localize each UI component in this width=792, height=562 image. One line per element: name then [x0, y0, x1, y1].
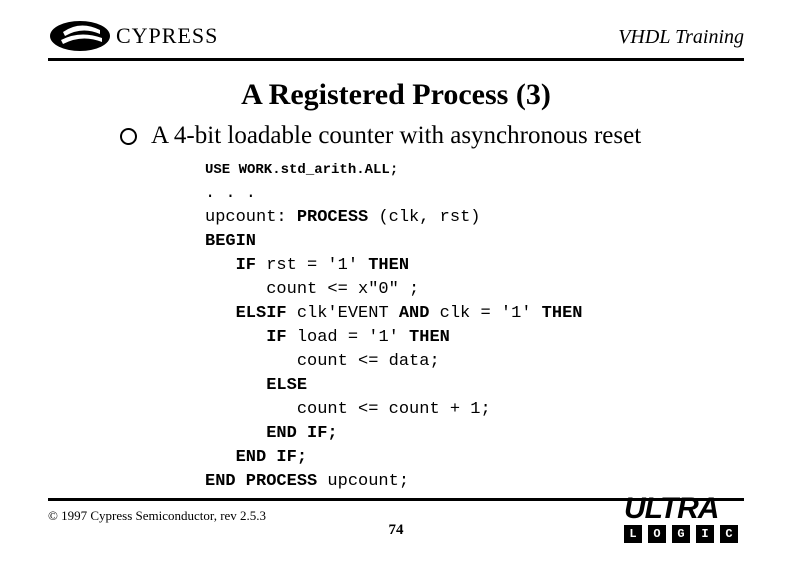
- kw-endprocess: END PROCESS: [205, 472, 317, 491]
- code-clk-a: clk'EVENT: [287, 304, 399, 323]
- kw-begin: BEGIN: [205, 232, 256, 251]
- brand-top-left: CYPRESS: [48, 18, 218, 54]
- code-endproc-post: upcount;: [317, 472, 409, 491]
- brand-name: CYPRESS: [116, 23, 218, 49]
- kw-endif-2: END IF;: [236, 448, 307, 467]
- slide-title: A Registered Process (3): [0, 78, 792, 112]
- kw-then-3: THEN: [409, 328, 450, 347]
- brand-bottom-right: ULTRA LOGIC: [624, 495, 744, 543]
- code-upcount-pre: upcount:: [205, 208, 297, 227]
- top-rule: [48, 58, 744, 61]
- logic-box-l: L: [624, 525, 642, 543]
- slide: CYPRESS VHDL Training A Registered Proce…: [0, 0, 792, 562]
- logic-box-c: C: [720, 525, 738, 543]
- code-upcount-post: (clk, rst): [368, 208, 480, 227]
- kw-then-2: THEN: [542, 304, 583, 323]
- kw-and: AND: [399, 304, 430, 323]
- code-count-inc: count <= count + 1;: [297, 400, 491, 419]
- kw-elsif: ELSIF: [236, 304, 287, 323]
- kw-else: ELSE: [266, 376, 307, 395]
- kw-if-1: IF: [236, 256, 256, 275]
- kw-if-2: IF: [266, 328, 286, 347]
- code-clk-b: clk = '1': [429, 304, 541, 323]
- logic-boxes: LOGIC: [624, 524, 744, 543]
- ultra-wordmark: ULTRA: [624, 495, 744, 522]
- kw-endif-1: END IF;: [266, 424, 337, 443]
- kw-process: PROCESS: [297, 208, 368, 227]
- bullet-text: A 4-bit loadable counter with asynchrono…: [151, 122, 641, 150]
- logic-box-i: I: [696, 525, 714, 543]
- code-count0: count <= x"0" ;: [266, 280, 419, 299]
- code-ellipsis: . . .: [205, 184, 256, 203]
- kw-then-1: THEN: [368, 256, 409, 275]
- cypress-logo-icon: [48, 18, 112, 54]
- bullet-row: A 4-bit loadable counter with asynchrono…: [120, 122, 641, 150]
- logic-box-g: G: [672, 525, 690, 543]
- logic-box-o: O: [648, 525, 666, 543]
- header-right-label: VHDL Training: [618, 26, 744, 49]
- code-count-data: count <= data;: [297, 352, 440, 371]
- code-use-line: USE WORK.std_arith.ALL;: [205, 162, 398, 178]
- code-block: USE WORK.std_arith.ALL; . . . upcount: P…: [205, 158, 582, 494]
- code-rst: rst = '1': [256, 256, 368, 275]
- code-load: load = '1': [287, 328, 409, 347]
- bullet-marker-icon: [120, 128, 137, 145]
